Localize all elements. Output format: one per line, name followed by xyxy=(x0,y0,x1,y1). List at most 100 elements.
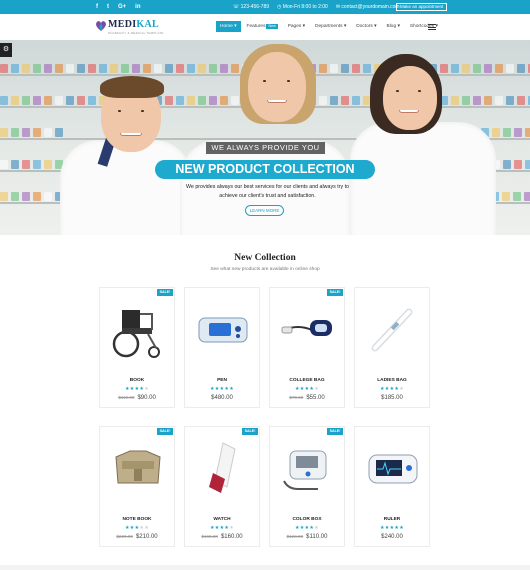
face xyxy=(248,52,306,122)
shelf-box xyxy=(66,96,74,105)
current-price: $160.00 xyxy=(220,534,243,540)
current-price: $240.00 xyxy=(381,534,403,540)
product-name[interactable]: LADIES BAG xyxy=(355,378,429,383)
rating-stars: ★★★★★ xyxy=(100,386,174,392)
rating-stars: ★★★★★ xyxy=(185,525,259,531)
rating-stars: ★★★★★ xyxy=(270,525,344,531)
shelf-box xyxy=(502,192,510,201)
nav-home[interactable]: Home ▾ xyxy=(216,21,241,32)
product-card[interactable]: SALE! BOOK ★★★★★ $110.00 $90.00 xyxy=(99,287,175,408)
twitter-icon[interactable]: t xyxy=(107,2,109,12)
shelf-box xyxy=(44,64,52,73)
product-card[interactable]: PEN ★★★★★ $480.00 xyxy=(184,287,260,408)
sale-badge: SALE! xyxy=(327,428,343,435)
product-card[interactable]: SALE! NOTE BOOK ★★★★★ $220.00 $210.00 xyxy=(99,426,175,547)
product-name[interactable]: RULER xyxy=(355,517,429,522)
product-card[interactable]: LADIES BAG ★★★★★ $185.00 xyxy=(354,287,430,408)
shelf-box xyxy=(99,64,107,73)
sale-badge: SALE! xyxy=(157,428,173,435)
star-icon: ★ xyxy=(399,525,404,531)
rating-stars: ★★★★★ xyxy=(355,525,429,531)
logo-name-a: MEDI xyxy=(108,19,137,30)
shelf-box xyxy=(514,128,522,137)
shelf-box xyxy=(22,160,30,169)
product-name[interactable]: PEN xyxy=(185,378,259,383)
shelf-box xyxy=(132,64,140,73)
shelf-box xyxy=(484,96,492,105)
settings-toggle-icon[interactable]: ⚙ xyxy=(0,43,12,57)
email-link[interactable]: contact@yourdomain.com xyxy=(341,4,399,10)
shelf-box xyxy=(154,64,162,73)
logo-icon[interactable] xyxy=(95,20,107,32)
product-name[interactable]: COLOR BOX xyxy=(270,517,344,522)
old-price: $120.00 xyxy=(286,534,304,539)
star-icon: ★ xyxy=(144,386,149,392)
shelf-box xyxy=(44,192,52,201)
shelf-box xyxy=(55,64,63,73)
product-image[interactable] xyxy=(278,296,338,362)
product-card[interactable]: RULER ★★★★★ $240.00 xyxy=(354,426,430,547)
shelf-box xyxy=(352,64,360,73)
shelf-box xyxy=(524,192,530,201)
logo-text[interactable]: MEDIKAL xyxy=(108,19,159,30)
product-price: $70.00 $55.00 xyxy=(270,395,344,401)
current-price: $110.00 xyxy=(306,534,328,540)
shelf-box xyxy=(143,64,151,73)
shelf-box xyxy=(88,96,96,105)
shelf-box xyxy=(165,64,173,73)
old-price: $160.00 xyxy=(201,534,218,539)
hero-tagline: WE ALWAYS PROVIDE YOU xyxy=(206,142,325,154)
shelf-box xyxy=(44,128,52,137)
shelf-box xyxy=(176,64,184,73)
shelf-box xyxy=(22,96,30,105)
product-name[interactable]: NOTE BOOK xyxy=(100,517,174,522)
nav-pages[interactable]: Pages ▾ xyxy=(284,21,309,32)
lab-coat xyxy=(60,140,192,235)
nav-blog[interactable]: Blog ▾ xyxy=(383,21,404,32)
product-card[interactable]: SALE! COLOR BOX ★★★★★ $120.00 $110.00 xyxy=(269,426,345,547)
nav-shortcodes[interactable]: Shortcodes ▾ xyxy=(406,21,442,32)
product-image[interactable] xyxy=(278,435,338,501)
shelf-box xyxy=(77,64,85,73)
phone-info: ☏ 123-456-789 xyxy=(233,3,269,11)
lab-coat xyxy=(350,122,496,235)
shelf-box xyxy=(503,160,511,169)
old-price: $110.00 xyxy=(118,395,135,400)
shelf-box xyxy=(451,96,459,105)
appointment-button[interactable]: Make an appointment xyxy=(396,3,448,11)
learn-more-button[interactable]: LEARN MORE xyxy=(245,205,284,216)
shelf-box xyxy=(506,96,514,105)
old-price: $70.00 xyxy=(289,395,304,400)
product-name[interactable]: WATCH xyxy=(185,517,259,522)
facebook-icon[interactable]: f xyxy=(96,2,98,12)
product-name[interactable]: COLLEGE BAG xyxy=(270,378,344,383)
menu-icon[interactable] xyxy=(428,24,436,30)
shelf-box xyxy=(231,96,239,105)
linkedin-icon[interactable]: in xyxy=(135,2,140,12)
current-price: $55.00 xyxy=(306,395,325,401)
product-image[interactable] xyxy=(363,435,423,501)
star-icon: ★ xyxy=(399,386,404,392)
main-nav: Home ▾ Features New Pages ▾ Departments ▾… xyxy=(216,21,442,32)
nav-features[interactable]: Features New xyxy=(243,21,282,32)
shelf-box xyxy=(517,96,525,105)
product-image[interactable] xyxy=(108,435,168,501)
product-image[interactable] xyxy=(193,296,253,362)
product-card[interactable]: SALE! WATCH ★★★★★ $160.00 $160.00 xyxy=(184,426,260,547)
shelf-box xyxy=(220,64,228,73)
google-plus-icon[interactable]: G+ xyxy=(118,2,126,12)
nav-departments[interactable]: Departments ▾ xyxy=(311,21,350,32)
shelf-box xyxy=(11,128,19,137)
shelf-box xyxy=(0,96,8,105)
product-image[interactable] xyxy=(193,435,253,501)
shelf-box xyxy=(492,128,500,137)
shelf-box xyxy=(33,128,41,137)
product-name[interactable]: BOOK xyxy=(100,378,174,383)
shelf-box xyxy=(209,96,217,105)
product-card[interactable]: SALE! COLLEGE BAG ★★★★★ $70.00 $55.00 xyxy=(269,287,345,408)
product-image[interactable] xyxy=(363,296,423,362)
nav-doctors[interactable]: Doctors ▾ xyxy=(352,21,380,32)
shelf-box xyxy=(33,64,41,73)
shelf-box xyxy=(187,64,195,73)
product-image[interactable] xyxy=(108,296,168,362)
